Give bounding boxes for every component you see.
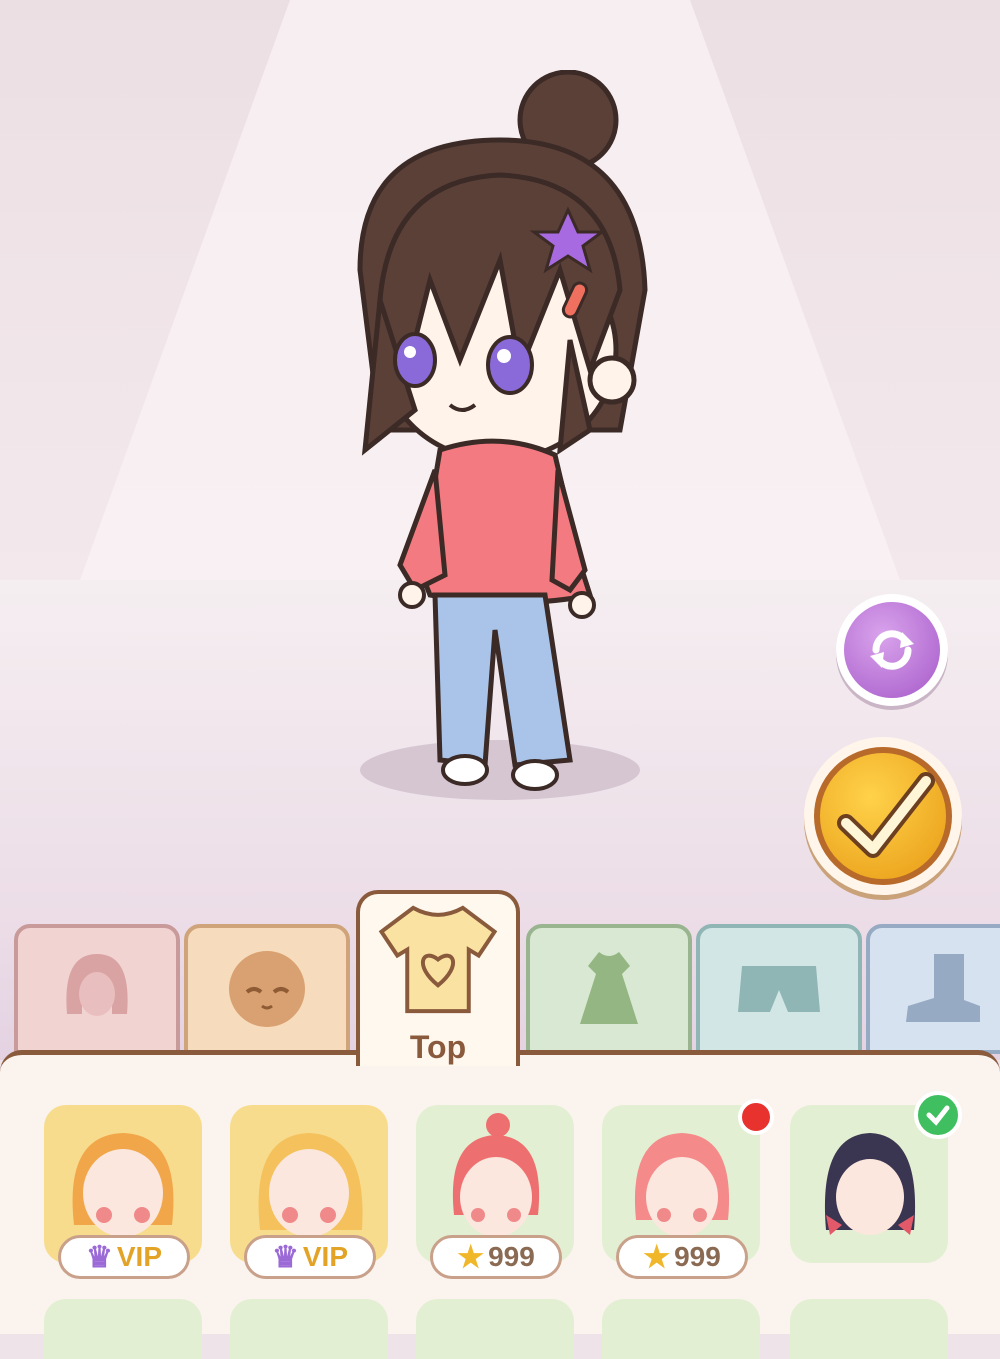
price-tag: ★ 999 bbox=[430, 1235, 562, 1279]
face-icon bbox=[229, 951, 305, 1027]
hair-item-3[interactable]: ★ 999 bbox=[416, 1105, 574, 1279]
shorts-icon bbox=[738, 966, 820, 1012]
new-badge bbox=[738, 1099, 774, 1135]
refresh-button[interactable] bbox=[836, 594, 948, 706]
refresh-arrows-icon bbox=[844, 602, 940, 698]
equipped-check-icon bbox=[914, 1091, 962, 1139]
tab-top-label: Top bbox=[409, 1029, 467, 1065]
hair-item-1[interactable]: ♛ VIP bbox=[44, 1105, 202, 1279]
crown-icon: ♛ bbox=[271, 1240, 299, 1274]
hair-item-9[interactable] bbox=[602, 1299, 760, 1359]
tab-dress[interactable] bbox=[526, 924, 692, 1054]
tab-face[interactable] bbox=[184, 924, 350, 1054]
price-tag: ★ 999 bbox=[616, 1235, 748, 1279]
hair-item-2[interactable]: ♛ VIP bbox=[230, 1105, 388, 1279]
hair-item-8[interactable] bbox=[416, 1299, 574, 1359]
hair-icon bbox=[66, 954, 128, 1016]
tab-pants[interactable] bbox=[696, 924, 862, 1054]
price-tag: ♛ VIP bbox=[244, 1235, 376, 1279]
price-tag: ♛ VIP bbox=[58, 1235, 190, 1279]
tab-shoes[interactable] bbox=[866, 924, 1000, 1054]
hair-item-7[interactable] bbox=[230, 1299, 388, 1359]
category-tabs: Top bbox=[0, 880, 1000, 1066]
tab-top[interactable]: Top bbox=[356, 890, 520, 1066]
star-icon: ★ bbox=[457, 1240, 485, 1274]
dress-icon bbox=[580, 952, 638, 1024]
hair-item-6[interactable] bbox=[44, 1299, 202, 1359]
shirt-icon bbox=[378, 905, 498, 1014]
hair-item-4[interactable]: ★ 999 bbox=[602, 1099, 774, 1279]
hair-item-5[interactable] bbox=[790, 1091, 962, 1263]
tab-hair[interactable] bbox=[14, 924, 180, 1054]
crown-icon: ♛ bbox=[85, 1240, 113, 1274]
avatar-character bbox=[357, 70, 648, 800]
confirm-button[interactable] bbox=[804, 737, 962, 895]
star-icon: ★ bbox=[643, 1240, 671, 1274]
hair-item-10[interactable] bbox=[790, 1299, 948, 1359]
boot-icon bbox=[906, 954, 980, 1022]
items-panel: ♛ VIP ♛ VIP ★ 999 ★ 999 bbox=[0, 1050, 1000, 1359]
checkmark-icon bbox=[814, 747, 952, 885]
